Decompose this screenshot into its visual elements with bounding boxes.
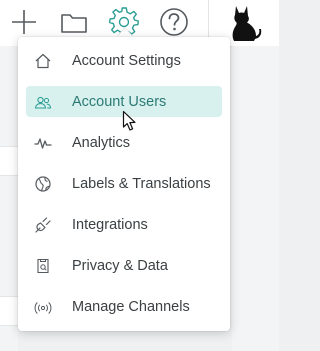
menu-item-manage-channels[interactable]: Manage Channels <box>26 291 222 322</box>
menu-item-label: Privacy & Data <box>72 257 168 274</box>
mouse-cursor-icon <box>122 110 138 132</box>
menu-item-label: Labels & Translations <box>72 175 211 192</box>
menu-item-labels-translations[interactable]: Labels & Translations <box>26 168 222 199</box>
plus-icon[interactable] <box>8 6 40 38</box>
menu-item-label: Account Users <box>72 93 167 110</box>
background-row <box>0 146 18 176</box>
help-icon[interactable] <box>158 6 190 38</box>
settings-menu: Account Settings Account Users Analytics… <box>18 37 230 331</box>
plug-icon <box>34 216 52 234</box>
broadcast-icon <box>34 298 52 316</box>
menu-item-privacy-data[interactable]: Privacy & Data <box>26 250 222 281</box>
folder-icon[interactable] <box>58 6 90 38</box>
menu-item-label: Analytics <box>72 134 131 151</box>
users-icon <box>34 93 52 111</box>
menu-item-account-settings[interactable]: Account Settings <box>26 45 222 76</box>
background-row <box>0 296 18 326</box>
home-icon <box>34 52 52 70</box>
globe-icon <box>34 175 52 193</box>
menu-item-label: Manage Channels <box>72 298 190 315</box>
shield-icon <box>34 257 52 275</box>
background-page <box>232 46 279 351</box>
background-page <box>0 46 18 351</box>
pulse-icon <box>34 134 52 152</box>
menu-item-label: Integrations <box>72 216 148 233</box>
cat-avatar[interactable] <box>228 4 262 42</box>
menu-caret <box>117 28 133 37</box>
menu-item-label: Account Settings <box>72 52 181 69</box>
menu-item-integrations[interactable]: Integrations <box>26 209 222 240</box>
